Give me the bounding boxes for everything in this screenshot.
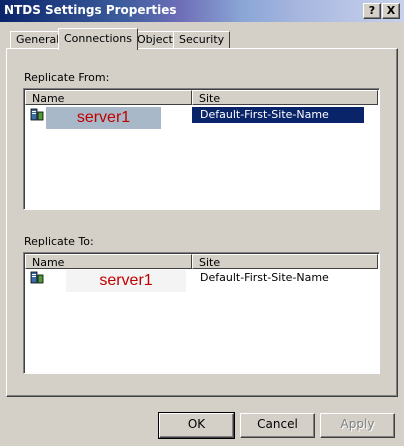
column-header-name[interactable]: Name — [25, 90, 192, 105]
column-header-site[interactable]: Site — [192, 90, 378, 105]
site-name: Default-First-Site-Name — [200, 271, 329, 284]
list-item[interactable]: server1 Default-First-Site-Name — [26, 270, 364, 292]
replicate-from-list[interactable]: Name Site server1 Default-First-Site-Nam… — [23, 88, 380, 210]
cancel-button[interactable]: Cancel — [240, 413, 315, 438]
replicate-from-label: Replicate From: — [24, 71, 110, 84]
help-button[interactable]: ? — [363, 3, 381, 19]
ok-button[interactable]: OK — [158, 412, 235, 439]
title-bar[interactable]: NTDS Settings Properties ? X — [0, 0, 404, 22]
tab-object[interactable]: Object — [131, 31, 179, 49]
column-header-name[interactable]: Name — [25, 254, 192, 269]
list-item[interactable]: server1 Default-First-Site-Name — [26, 107, 364, 129]
window-title: NTDS Settings Properties — [4, 3, 177, 17]
replicate-to-label: Replicate To: — [24, 235, 94, 248]
server-name: server1 — [46, 107, 161, 129]
server-icon — [30, 108, 44, 121]
site-name: Default-First-Site-Name — [200, 108, 329, 121]
tab-security[interactable]: Security — [173, 31, 231, 49]
replicate-to-list[interactable]: Name Site server1 Default-First-Site-Nam… — [23, 252, 380, 374]
column-header-site[interactable]: Site — [192, 254, 378, 269]
server-icon — [30, 271, 44, 284]
close-button[interactable]: X — [382, 3, 400, 19]
apply-button[interactable]: Apply — [320, 413, 395, 438]
tab-connections[interactable]: Connections — [58, 28, 138, 50]
server-name: server1 — [66, 270, 186, 292]
